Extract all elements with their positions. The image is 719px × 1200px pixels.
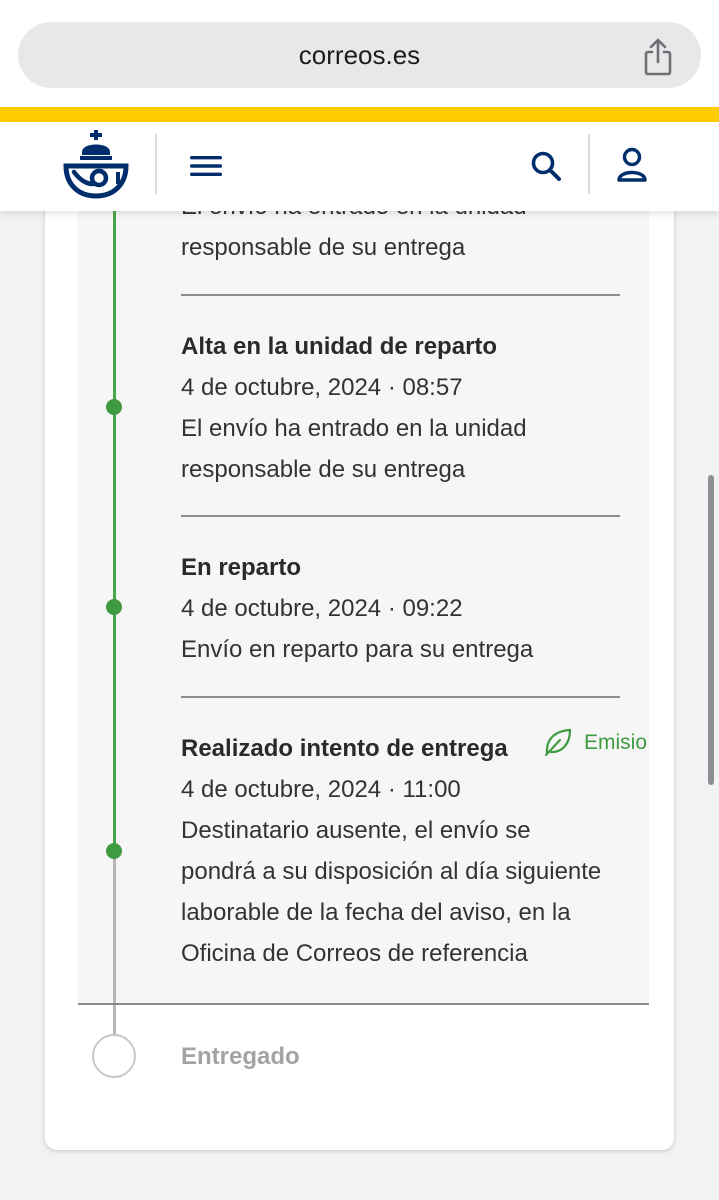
- event-title: En reparto: [181, 554, 302, 581]
- timeline-dot: [106, 843, 122, 859]
- timeline-line-completed: [113, 211, 116, 851]
- pending-step-label: Entregado: [181, 1043, 300, 1070]
- events-panel-bottom-border: [78, 1003, 649, 1005]
- browser-toolbar: correos.es: [0, 0, 719, 107]
- event-description: responsable de su entrega: [181, 456, 466, 483]
- header-divider: [155, 134, 157, 194]
- leaf-icon: [542, 726, 574, 758]
- timeline-dot: [106, 599, 122, 615]
- header-divider: [588, 134, 590, 194]
- correos-logo[interactable]: [60, 128, 132, 202]
- event-datetime: 4 de octubre, 2024 · 11:00: [181, 776, 461, 803]
- search-icon[interactable]: [526, 146, 566, 186]
- user-icon[interactable]: [612, 144, 652, 188]
- event-datetime: 4 de octubre, 2024 · 08:57: [181, 374, 463, 401]
- site-header: [0, 122, 719, 211]
- timeline-event: En reparto 4 de octubre, 2024 · 09:22 En…: [181, 547, 641, 670]
- timeline-dot-pending: [92, 1034, 136, 1078]
- event-separator: [181, 696, 620, 698]
- page-scrollbar[interactable]: [708, 475, 714, 785]
- event-separator: [181, 515, 620, 517]
- brand-accent-stripe: [0, 107, 719, 122]
- event-description: El envío ha entrado en la unidad: [181, 415, 527, 442]
- event-description: Destinatario ausente, el envío se: [181, 817, 531, 844]
- timeline-event: Realizado intento de entrega 4 de octubr…: [181, 728, 641, 974]
- event-datetime: 4 de octubre, 2024 · 09:22: [181, 595, 463, 622]
- timeline-line-pending: [113, 851, 116, 1036]
- event-description: Envío en reparto para su entrega: [181, 636, 534, 663]
- event-title: Alta en la unidad de reparto: [181, 333, 498, 360]
- url-text[interactable]: correos.es: [18, 22, 701, 88]
- event-description: pondrá a su disposición al día siguiente: [181, 858, 602, 885]
- event-description: Oficina de Correos de referencia: [181, 940, 528, 967]
- event-separator: [181, 294, 620, 296]
- timeline-event: Alta en la unidad de reparto 4 de octubr…: [181, 326, 641, 490]
- hamburger-menu-icon[interactable]: [186, 148, 226, 184]
- address-bar[interactable]: correos.es: [18, 22, 701, 88]
- share-icon[interactable]: [641, 38, 675, 76]
- event-description: laborable de la fecha del aviso, en la: [181, 899, 571, 926]
- timeline-dot: [106, 399, 122, 415]
- emission-badge[interactable]: Emisio: [542, 726, 649, 760]
- event-description: responsable de su entrega: [181, 234, 466, 261]
- emission-badge-label: Emisio: [584, 731, 648, 754]
